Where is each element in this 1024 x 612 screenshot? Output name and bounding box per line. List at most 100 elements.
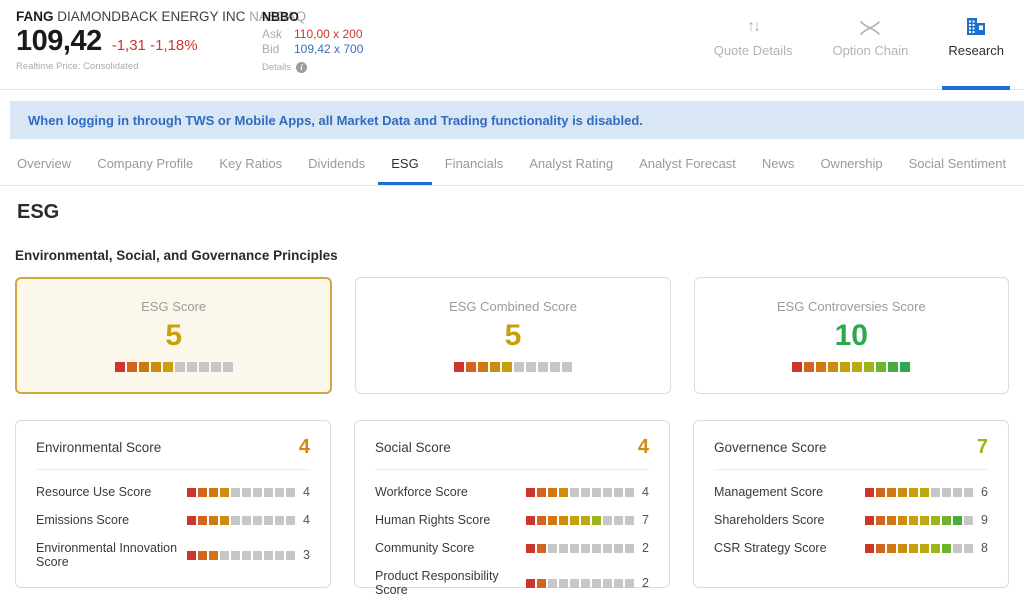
meter-square	[581, 579, 590, 588]
ask-label: Ask	[262, 27, 294, 41]
meter-square	[211, 362, 221, 372]
meter-square	[537, 579, 546, 588]
meter-square	[887, 488, 896, 497]
meter-square	[223, 362, 233, 372]
meter-square	[909, 488, 918, 497]
score-row-shareholders-score: Shareholders Score9	[714, 513, 988, 527]
detail-card-rows: Resource Use Score4Emissions Score4Envir…	[16, 470, 330, 584]
score-row-label: Shareholders Score	[714, 513, 865, 527]
meter-square	[953, 544, 962, 553]
summary-card-label: ESG Score	[141, 299, 206, 314]
meter-square	[920, 544, 929, 553]
header-actions: ↑↓ Quote Details Option Chain	[714, 0, 1024, 89]
meter-square	[876, 544, 885, 553]
tab-overview[interactable]: Overview	[4, 142, 84, 185]
meter-square	[242, 516, 251, 525]
meter-square	[550, 362, 560, 372]
score-row-value: 4	[634, 485, 649, 499]
option-chain-button[interactable]: Option Chain	[832, 14, 908, 90]
meter-square	[614, 544, 623, 553]
meter-square	[570, 579, 579, 588]
meter-square	[909, 544, 918, 553]
tab-social-sentiment[interactable]: Social Sentiment	[896, 142, 1020, 185]
tab-analyst-rating[interactable]: Analyst Rating	[516, 142, 626, 185]
meter-square	[231, 516, 240, 525]
meter-square	[253, 516, 262, 525]
quote-details-label: Quote Details	[714, 43, 793, 58]
meter-square	[864, 362, 874, 372]
meter-square	[526, 516, 535, 525]
quote-details-button[interactable]: ↑↓ Quote Details	[714, 14, 793, 90]
meter-square	[286, 488, 295, 497]
arrows-up-down-icon: ↑↓	[747, 18, 759, 36]
meter-square	[242, 551, 251, 560]
tab-techincal-insights[interactable]: Techincal Insights	[1019, 142, 1024, 185]
research-button[interactable]: Research	[948, 14, 1004, 90]
esg-content: ESG Environmental, Social, and Governanc…	[0, 201, 1024, 588]
meter-square	[187, 516, 196, 525]
meter-square	[964, 544, 973, 553]
details-link[interactable]: Details i	[262, 62, 363, 73]
info-circle-icon[interactable]: i	[296, 62, 307, 73]
meter-square	[887, 544, 896, 553]
meter-square	[920, 516, 929, 525]
score-meter	[526, 516, 634, 525]
summary-cards: ESG Score5 ESG Combined Score 5 ESG Controv…	[15, 277, 1009, 394]
meter-square	[570, 516, 579, 525]
meter-square	[538, 362, 548, 372]
meter-square	[526, 579, 535, 588]
score-row-emissions-score: Emissions Score4	[36, 513, 310, 527]
meter-square	[209, 488, 218, 497]
score-row-human-rights-score: Human Rights Score7	[375, 513, 649, 527]
meter-square	[942, 544, 951, 553]
tab-news[interactable]: News	[749, 142, 808, 185]
meter-square	[898, 488, 907, 497]
meter-square	[466, 362, 476, 372]
meter-square	[490, 362, 500, 372]
meter-square	[953, 488, 962, 497]
tab-company-profile[interactable]: Company Profile	[84, 142, 206, 185]
meter-square	[242, 488, 251, 497]
tab-ownership[interactable]: Ownership	[807, 142, 895, 185]
detail-card-governence-score: Governence Score7Management Score6Shareh…	[693, 420, 1009, 588]
meter-square	[852, 362, 862, 372]
score-meter	[865, 516, 973, 525]
research-label: Research	[948, 43, 1004, 58]
summary-card-esg-combined-score[interactable]: ESG Combined Score 5	[355, 277, 670, 394]
bid-value: 109,42 x 700	[294, 42, 363, 56]
meter-square	[115, 362, 125, 372]
meter-square	[931, 544, 940, 553]
score-row-management-score: Management Score6	[714, 485, 988, 499]
summary-card-esg-score[interactable]: ESG Score5	[15, 277, 332, 394]
score-row-value: 4	[295, 513, 310, 527]
meter-square	[548, 579, 557, 588]
ticker-symbol: FANG	[16, 9, 54, 24]
summary-card-score: 5	[505, 319, 522, 353]
bid-label: Bid	[262, 42, 294, 56]
tab-analyst-forecast[interactable]: Analyst Forecast	[626, 142, 749, 185]
summary-card-esg-controversies-score[interactable]: ESG Controversies Score10	[694, 277, 1009, 394]
summary-card-label: ESG Combined Score	[449, 299, 577, 314]
summary-card-score: 10	[835, 319, 868, 353]
tab-esg[interactable]: ESG	[378, 142, 431, 185]
score-row-environmental-innovation-score: Environmental Innovation Score3	[36, 541, 310, 569]
tab-dividends[interactable]: Dividends	[295, 142, 378, 185]
meter-square	[592, 516, 601, 525]
meter-square	[559, 579, 568, 588]
tab-financials[interactable]: Financials	[432, 142, 517, 185]
meter-square	[625, 516, 634, 525]
meter-square	[454, 362, 464, 372]
tab-key-ratios[interactable]: Key Ratios	[206, 142, 295, 185]
quote-block: FANG DIAMONDBACK ENERGY INC NASDAQ 109,4…	[0, 0, 262, 89]
score-meter	[454, 362, 572, 372]
option-chain-icon	[859, 20, 881, 36]
meter-square	[514, 362, 524, 372]
quote-header: FANG DIAMONDBACK ENERGY INC NASDAQ 109,4…	[0, 0, 1024, 90]
meter-square	[559, 488, 568, 497]
meter-square	[570, 488, 579, 497]
score-meter	[526, 579, 634, 588]
meter-square	[804, 362, 814, 372]
meter-square	[964, 488, 973, 497]
meter-square	[286, 551, 295, 560]
meter-square	[581, 488, 590, 497]
